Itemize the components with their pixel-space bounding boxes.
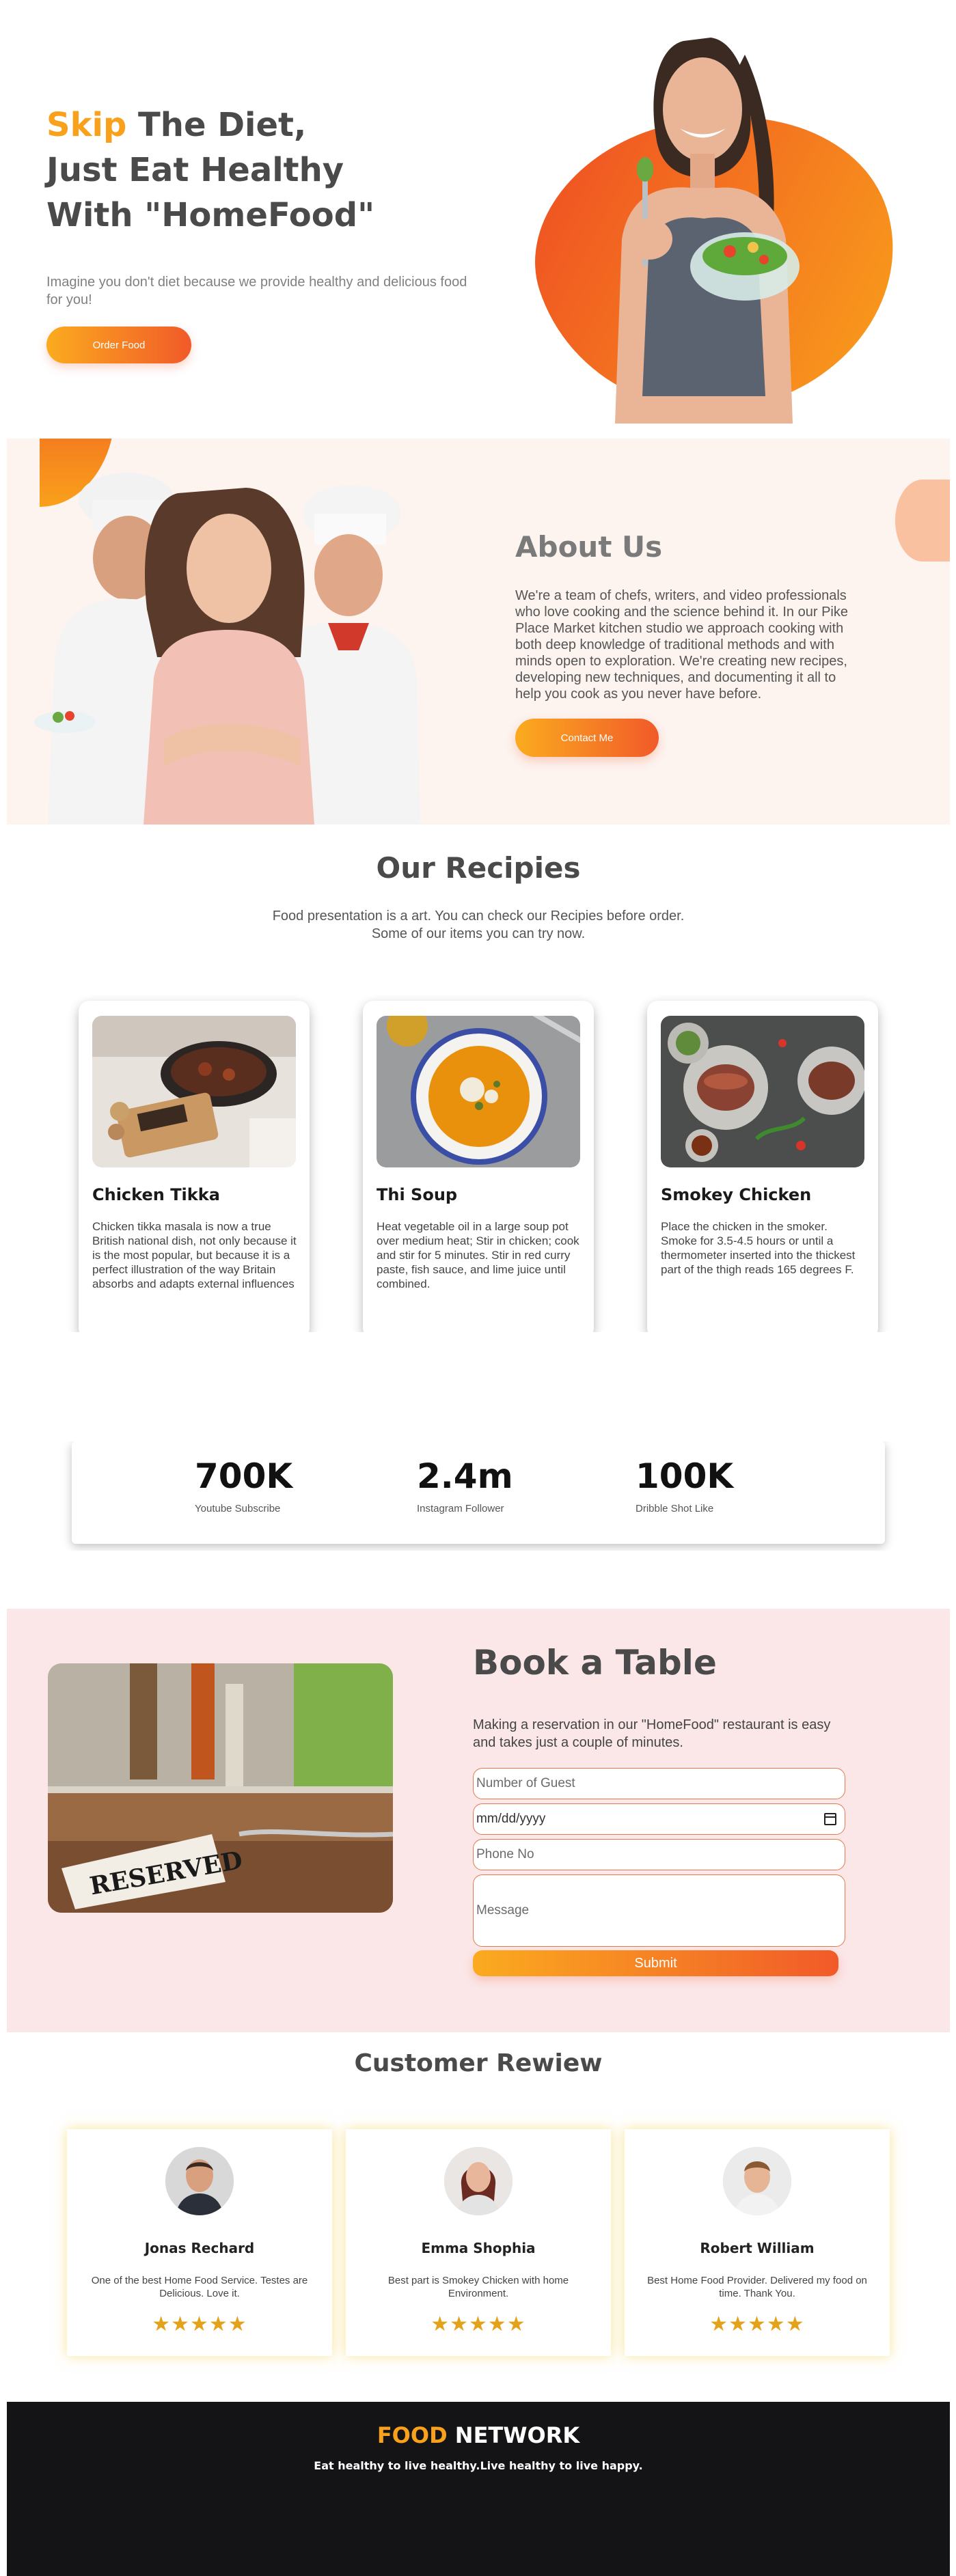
- recipe-card-text: Chicken tikka masala is now a true Briti…: [92, 1220, 297, 1290]
- review-text: Best part is Smokey Chicken with home En…: [387, 2275, 569, 2299]
- calendar-icon[interactable]: [824, 1813, 836, 1825]
- stat-value: 100K: [636, 1456, 734, 1496]
- stats-box: 700K Youtube Subscribe 2.4m Instagram Fo…: [72, 1441, 885, 1544]
- guest-number-input[interactable]: Number of Guest: [473, 1768, 845, 1799]
- hero-subtitle: Imagine you don't diet because we provid…: [46, 275, 467, 307]
- hero-section: Skip The Diet, Just Eat Healthy With "Ho…: [7, 0, 950, 437]
- recipe-card-title: Chicken Tikka: [92, 1185, 220, 1204]
- stat-label: Youtube Subscribe: [195, 1503, 281, 1514]
- star-rating: ★★★★★: [152, 2312, 247, 2336]
- about-section: About Us We're a team of chefs, writers,…: [7, 439, 950, 825]
- about-text: We're a team of chefs, writers, and vide…: [515, 588, 848, 702]
- chicken-tikka-image: [92, 1016, 296, 1167]
- stat-youtube: 700K Youtube Subscribe: [195, 1456, 372, 1514]
- review-text: One of the best Home Food Service. Teste…: [91, 2275, 308, 2299]
- recipe-card-title: Smokey Chicken: [661, 1185, 812, 1204]
- reviewer-name: Jonas Rechard: [144, 2240, 255, 2256]
- star-rating: ★★★★★: [431, 2312, 526, 2336]
- footer-brand-accent: FOOD: [377, 2422, 448, 2448]
- order-food-button[interactable]: Order Food: [46, 327, 191, 363]
- message-textarea[interactable]: Message: [473, 1874, 845, 1947]
- recipe-card[interactable]: Chicken Tikka Chicken tikka masala is no…: [79, 1001, 310, 1332]
- date-input[interactable]: mm/dd/yyyy: [473, 1803, 845, 1835]
- stat-value: 2.4m: [417, 1456, 513, 1496]
- stat-label: Instagram Follower: [417, 1503, 504, 1514]
- hero-title-line-2: Just Eat Healthy: [46, 151, 344, 189]
- star-rating: ★★★★★: [709, 2312, 805, 2336]
- recipes-section: Our Recipies Food presentation is a art.…: [7, 827, 950, 1332]
- hero-title-line-1: The Diet,: [126, 106, 307, 144]
- stat-value: 700K: [195, 1456, 293, 1496]
- hero-title-accent: Skip: [46, 106, 127, 144]
- recipe-card[interactable]: Thi Soup Heat vegetable oil in a large s…: [363, 1001, 594, 1332]
- book-subtitle: Making a reservation in our "HomeFood" r…: [473, 1717, 831, 1750]
- recipes-subtitle: Food presentation is a art. You can chec…: [239, 907, 718, 943]
- stat-instagram: 2.4m Instagram Follower: [417, 1456, 595, 1514]
- recipes-subtitle-line-1: Food presentation is a art. You can chec…: [272, 909, 685, 924]
- reviewer-name: Robert William: [700, 2240, 815, 2256]
- phone-input[interactable]: Phone No: [473, 1839, 845, 1870]
- hero-woman-eating-salad-image: [615, 38, 800, 424]
- avatar: [444, 2147, 513, 2215]
- book-title: Book a Table: [473, 1643, 717, 1682]
- avatar: [723, 2147, 791, 2215]
- about-peach-shape: [895, 480, 950, 562]
- reserved-sign-image: RESERVED: [48, 1663, 393, 1913]
- review-card: Emma Shophia Best part is Smokey Chicken…: [346, 2129, 611, 2356]
- reviewer-name: Emma Shophia: [421, 2240, 536, 2256]
- thai-soup-image: [377, 1016, 580, 1167]
- footer-brand: FOOD NETWORK: [7, 2422, 950, 2448]
- stat-dribbble: 100K Dribble Shot Like: [636, 1456, 813, 1514]
- review-card: Robert William Best Home Food Provider. …: [625, 2129, 890, 2356]
- stat-label: Dribble Shot Like: [636, 1503, 714, 1514]
- review-card: Jonas Rechard One of the best Home Food …: [67, 2129, 332, 2356]
- recipes-subtitle-line-2: Some of our items you can try now.: [371, 926, 586, 941]
- review-text: Best Home Food Provider. Delivered my fo…: [647, 2275, 867, 2299]
- recipe-card[interactable]: Smokey Chicken Place the chicken in the …: [647, 1001, 878, 1332]
- stats-section: 700K Youtube Subscribe 2.4m Instagram Fo…: [7, 1441, 950, 1551]
- recipe-card-text: Heat vegetable oil in a large soup pot o…: [377, 1220, 579, 1290]
- recipes-title: Our Recipies: [376, 851, 581, 885]
- about-chefs-image: [34, 473, 420, 825]
- reviews-section: Customer Rewiew Jonas Rechard One of the…: [7, 2036, 950, 2405]
- reviews-title: Customer Rewiew: [354, 2049, 603, 2077]
- book-table-section: RESERVED Book a Table Making a reservati…: [7, 1609, 950, 2032]
- smokey-chicken-image: [661, 1016, 864, 1167]
- hero-title: Skip The Diet, Just Eat Healthy With "Ho…: [46, 102, 484, 238]
- submit-button[interactable]: Submit: [473, 1950, 838, 1976]
- recipe-card-text: Place the chicken in the smoker. Smoke f…: [661, 1220, 856, 1276]
- footer-brand-rest: NETWORK: [447, 2422, 580, 2448]
- date-input-value: mm/dd/yyyy: [476, 1812, 546, 1826]
- contact-me-button[interactable]: Contact Me: [515, 719, 659, 757]
- recipe-card-title: Thi Soup: [377, 1185, 458, 1204]
- footer: FOOD NETWORK Eat healthy to live healthy…: [7, 2402, 950, 2576]
- avatar: [165, 2147, 234, 2215]
- footer-tagline: Eat healthy to live healthy.Live healthy…: [314, 2459, 643, 2472]
- hero-title-line-3: With "HomeFood": [46, 196, 375, 234]
- about-title: About Us: [515, 530, 663, 564]
